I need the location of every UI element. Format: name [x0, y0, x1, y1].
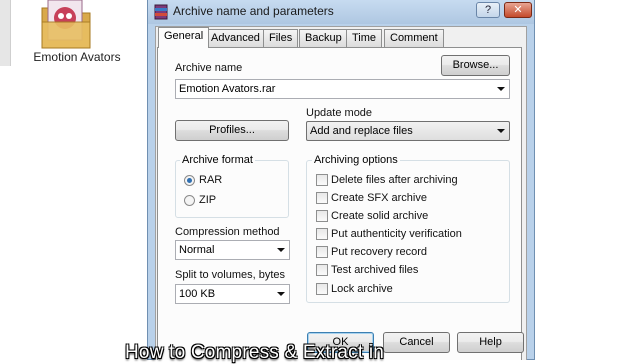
split-volumes-value: 100 KB: [179, 288, 216, 300]
update-mode-label: Update mode: [306, 107, 373, 119]
compression-method-value: Normal: [179, 244, 215, 256]
tab-time[interactable]: Time: [346, 29, 383, 47]
title-help-button[interactable]: ?: [476, 2, 500, 18]
tab-advanced[interactable]: Advanced: [205, 29, 266, 47]
archive-name-label: Archive name: [175, 62, 243, 74]
tab-backup[interactable]: Backup: [299, 29, 348, 47]
create-solid-label[interactable]: Create solid archive: [331, 210, 428, 222]
dialog-title: Archive name and parameters: [173, 4, 334, 18]
rar-label[interactable]: RAR: [199, 174, 222, 186]
chevron-down-icon: [497, 129, 505, 133]
test-files-label[interactable]: Test archived files: [331, 264, 418, 276]
chevron-down-icon: [497, 87, 505, 91]
lock-archive-label[interactable]: Lock archive: [331, 283, 393, 295]
update-mode-select[interactable]: Add and replace files: [306, 121, 510, 141]
archive-name-combo[interactable]: Emotion Avators.rar: [175, 79, 510, 99]
create-sfx-checkbox[interactable]: [316, 192, 328, 204]
archive-format-group: [175, 160, 289, 218]
tab-general[interactable]: General: [158, 27, 210, 48]
archive-format-label: Archive format: [180, 154, 255, 166]
archive-dialog: Archive name and parameters ? ✕ General …: [147, 0, 535, 360]
compression-method-select[interactable]: Normal: [175, 240, 290, 260]
create-sfx-label[interactable]: Create SFX archive: [331, 192, 427, 204]
general-tab-body: Archive name Browse... Emotion Avators.r…: [157, 47, 524, 360]
split-volumes-label: Split to volumes, bytes: [175, 269, 286, 281]
cancel-button[interactable]: Cancel: [383, 332, 450, 353]
desktop-folder-emotion-avators[interactable]: Emotion Avators: [22, 0, 132, 70]
chevron-down-icon: [277, 248, 285, 252]
test-files-checkbox[interactable]: [316, 264, 328, 276]
lock-archive-checkbox[interactable]: [316, 283, 328, 295]
help-button[interactable]: Help: [457, 332, 524, 353]
delete-files-checkbox[interactable]: [316, 174, 328, 186]
rar-radio[interactable]: [184, 175, 195, 186]
video-caption: How to Compress & Extract in: [125, 342, 385, 363]
desktop-edge: [0, 0, 11, 66]
update-mode-value: Add and replace files: [310, 125, 413, 137]
authenticity-label[interactable]: Put authenticity verification: [331, 228, 462, 240]
delete-files-label[interactable]: Delete files after archiving: [331, 174, 458, 186]
split-volumes-combo[interactable]: 100 KB: [175, 284, 290, 304]
chevron-down-icon: [277, 292, 285, 296]
archive-name-value: Emotion Avators.rar: [179, 83, 276, 95]
zip-radio[interactable]: [184, 195, 195, 206]
profiles-button[interactable]: Profiles...: [175, 120, 289, 141]
compression-method-label: Compression method: [175, 226, 280, 238]
recovery-record-checkbox[interactable]: [316, 246, 328, 258]
archiving-options-label: Archiving options: [312, 154, 400, 166]
title-close-button[interactable]: ✕: [504, 2, 532, 18]
zip-label[interactable]: ZIP: [199, 194, 216, 206]
folder-icon: [41, 0, 91, 49]
create-solid-checkbox[interactable]: [316, 210, 328, 222]
dialog-titlebar[interactable]: Archive name and parameters ? ✕: [148, 0, 534, 24]
recovery-record-label[interactable]: Put recovery record: [331, 246, 427, 258]
tab-files[interactable]: Files: [263, 29, 299, 47]
winrar-icon: [154, 4, 168, 20]
tab-comment[interactable]: Comment: [384, 29, 444, 47]
browse-button[interactable]: Browse...: [441, 55, 510, 76]
folder-label: Emotion Avators: [33, 50, 121, 64]
authenticity-checkbox[interactable]: [316, 228, 328, 240]
